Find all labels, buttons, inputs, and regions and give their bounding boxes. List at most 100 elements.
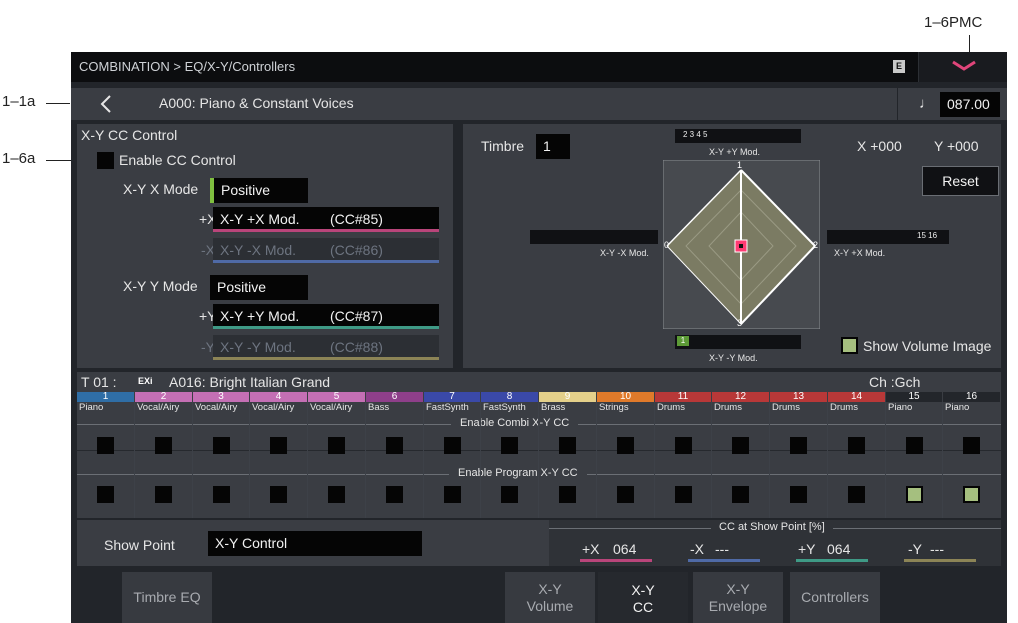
enable-combi-xy-cc-checkbox-7[interactable] [444, 437, 461, 454]
enable-combi-xy-cc-checkbox-10[interactable] [617, 437, 634, 454]
enable-program-xy-cc-checkbox-14[interactable] [848, 486, 865, 503]
my-color-bar [904, 559, 976, 562]
enable-combi-xy-cc-checkbox-9[interactable] [559, 437, 576, 454]
plus-y-field[interactable]: X-Y +Y Mod. (CC#87) [213, 304, 439, 329]
show-point-bar: Show Point X-Y Control CC at Show Point … [77, 520, 1001, 566]
timbre-field[interactable]: 1 [536, 134, 570, 159]
enable-combi-xy-cc-checkbox-4[interactable] [270, 437, 287, 454]
column-divider [134, 402, 135, 518]
right-axis-label: X-Y +X Mod. [834, 248, 886, 258]
x-mode-label: X-Y X Mode [123, 181, 199, 197]
column-divider [192, 402, 193, 518]
enable-combi-xy-cc-checkbox-5[interactable] [328, 437, 345, 454]
callout-1-1a: 1–1a [2, 93, 36, 110]
tempo-field[interactable]: 087.00 [940, 92, 1000, 117]
back-arrow-icon[interactable] [99, 94, 113, 114]
enable-combi-xy-cc-checkbox-8[interactable] [501, 437, 518, 454]
page-menu-button[interactable] [918, 52, 1007, 82]
timbre-number-1: 1 [77, 392, 134, 402]
enable-combi-label: Enable Combi X-Y CC [451, 417, 579, 429]
tab-xy-volume[interactable]: X-Y Volume [505, 572, 595, 623]
column-divider [365, 402, 366, 518]
chevron-down-icon [952, 60, 976, 71]
enable-program-xy-cc-checkbox-8[interactable] [501, 486, 518, 503]
enable-combi-xy-cc-checkbox-16[interactable] [963, 437, 980, 454]
enable-combi-xy-cc-checkbox-6[interactable] [386, 437, 403, 454]
timbre-number-12: 12 [712, 392, 769, 402]
enable-program-xy-cc-checkbox-6[interactable] [386, 486, 403, 503]
minus-y-field[interactable]: X-Y -Y Mod. (CC#88) [213, 335, 439, 360]
corner-3: 3 [737, 318, 743, 328]
column-divider [885, 402, 886, 518]
enable-program-xy-cc-checkbox-7[interactable] [444, 486, 461, 503]
my-value: --- [930, 541, 944, 557]
column-divider [769, 402, 770, 518]
mx-value: --- [715, 541, 729, 557]
enable-program-xy-cc-checkbox-1[interactable] [97, 486, 114, 503]
timbre-number-16: 16 [943, 392, 1000, 402]
timbre-number-4: 4 [250, 392, 307, 402]
enable-program-xy-cc-checkbox-15[interactable] [906, 486, 923, 503]
enable-combi-xy-cc-checkbox-1[interactable] [97, 437, 114, 454]
minus-y-value: X-Y -Y Mod. [220, 339, 296, 355]
enable-combi-xy-cc-checkbox-12[interactable] [732, 437, 749, 454]
reset-button[interactable]: Reset [922, 166, 999, 196]
timbre-category-8: FastSynth [483, 402, 526, 413]
timbre-number-6: 6 [366, 392, 423, 402]
plus-x-cc: (CC#85) [330, 211, 383, 227]
column-divider [249, 402, 250, 518]
enable-program-xy-cc-checkbox-13[interactable] [790, 486, 807, 503]
left-axis-label: X-Y -X Mod. [600, 248, 649, 258]
plus-y-cc: (CC#87) [330, 308, 383, 324]
enable-combi-xy-cc-checkbox-11[interactable] [675, 437, 692, 454]
tab-xy-envelope[interactable]: X-Y Envelope [693, 572, 783, 623]
enable-program-xy-cc-checkbox-16[interactable] [963, 486, 980, 503]
minus-x-field[interactable]: X-Y -X Mod. (CC#86) [213, 238, 439, 263]
xy-pad[interactable]: 1 0 2 3 [662, 159, 821, 330]
show-volume-image-checkbox[interactable] [841, 337, 858, 354]
left-bar-meter [530, 230, 658, 244]
enable-program-xy-cc-checkbox-11[interactable] [675, 486, 692, 503]
timbre-category-2: Vocal/Airy [137, 402, 180, 413]
callout-pmc: 1–6PMC [924, 14, 983, 31]
program-name[interactable]: A016: Bright Italian Grand [169, 374, 330, 390]
minus-y-cc: (CC#88) [330, 339, 383, 355]
enable-program-xy-cc-checkbox-10[interactable] [617, 486, 634, 503]
enable-combi-xy-cc-checkbox-15[interactable] [906, 437, 923, 454]
enable-program-xy-cc-checkbox-5[interactable] [328, 486, 345, 503]
enable-program-xy-cc-checkbox-9[interactable] [559, 486, 576, 503]
timbre-category-7: FastSynth [426, 402, 469, 413]
timbre-number-5: 5 [308, 392, 365, 402]
enable-combi-xy-cc-checkbox-3[interactable] [213, 437, 230, 454]
timbre-number-7: 7 [424, 392, 480, 402]
enable-combi-xy-cc-checkbox-13[interactable] [790, 437, 807, 454]
timbre-number-10: 10 [597, 392, 654, 402]
enable-program-xy-cc-checkbox-4[interactable] [270, 486, 287, 503]
tab-timbre-eq[interactable]: Timbre EQ [122, 572, 212, 623]
timbre-category-13: Drums [772, 402, 800, 413]
device-screen: COMBINATION > EQ/X-Y/Controllers E A000:… [71, 52, 1007, 623]
tab-controllers[interactable]: Controllers [790, 572, 880, 623]
enable-program-xy-cc-checkbox-3[interactable] [213, 486, 230, 503]
timbre-strip: T 01 : EXi A016: Bright Italian Grand Ch… [77, 372, 1001, 518]
timbre-number-14: 14 [828, 392, 885, 402]
enable-program-xy-cc-checkbox-12[interactable] [732, 486, 749, 503]
column-divider [480, 402, 481, 518]
enable-cc-control-label: Enable CC Control [119, 152, 236, 168]
x-mode-field[interactable]: Positive [210, 178, 308, 203]
top-bar-meter: 2 3 4 5 [675, 129, 801, 143]
enable-combi-xy-cc-checkbox-14[interactable] [848, 437, 865, 454]
show-point-field[interactable]: X-Y Control [208, 531, 422, 556]
column-divider [596, 402, 597, 518]
column-divider [654, 402, 655, 518]
enable-cc-control-checkbox[interactable] [97, 152, 114, 169]
plus-x-field[interactable]: X-Y +X Mod. (CC#85) [213, 207, 439, 232]
combination-name[interactable]: A000: Piano & Constant Voices [159, 95, 354, 111]
xy-pad-panel: Timbre 1 X +000 Y +000 Reset 2 3 4 5 X-Y… [463, 124, 1001, 398]
program-bar: A000: Piano & Constant Voices ♩ 087.00 [71, 88, 1007, 120]
enable-combi-xy-cc-checkbox-2[interactable] [155, 437, 172, 454]
y-mode-field[interactable]: Positive [210, 275, 308, 300]
tab-xy-cc[interactable]: X-Y CC [598, 572, 688, 623]
enable-program-xy-cc-checkbox-2[interactable] [155, 486, 172, 503]
exi-badge: EXi [138, 376, 153, 386]
